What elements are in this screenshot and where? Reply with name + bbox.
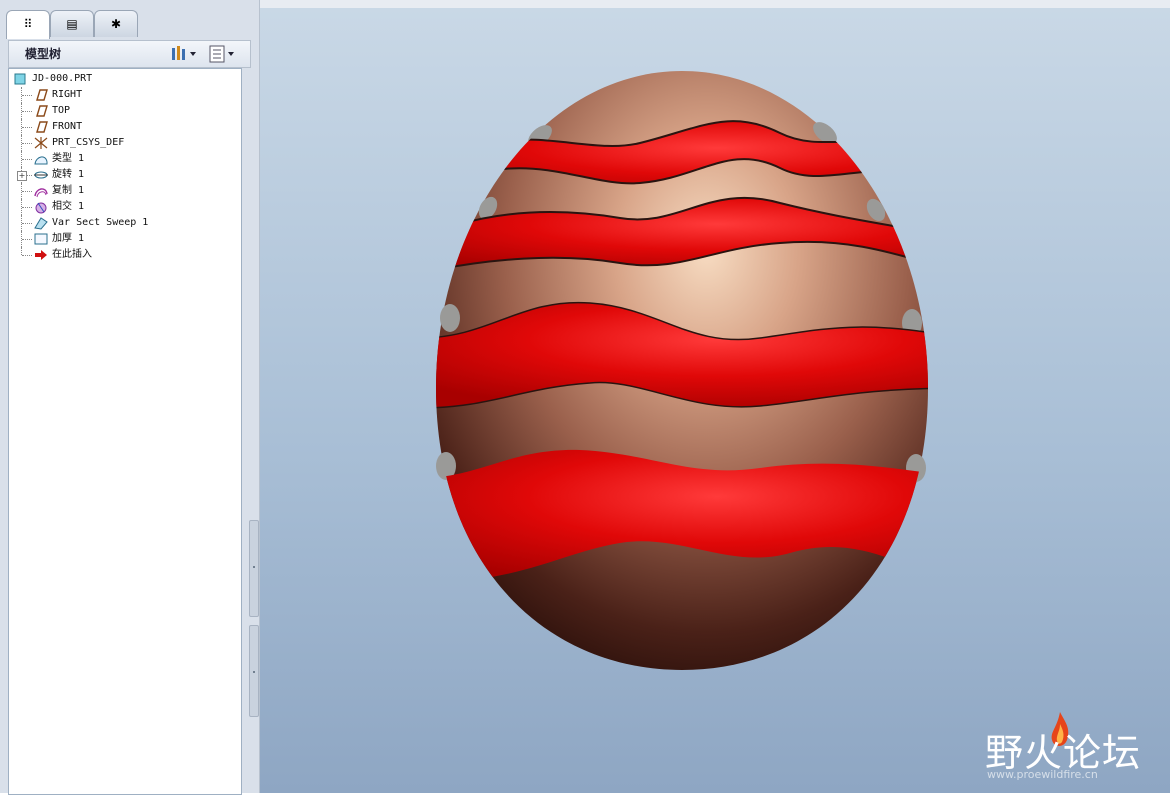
sweep-icon [33, 216, 49, 230]
tree-connector [22, 95, 32, 96]
tree-connector [21, 247, 23, 255]
coordinate-system-icon [33, 136, 49, 150]
thicken-icon [33, 232, 49, 246]
tree-item-label: FRONT [52, 121, 83, 132]
tree-item[interactable]: TOP [9, 103, 239, 119]
tree-item-label: 相交 1 [52, 201, 85, 212]
tree-item-label: 在此插入 [52, 249, 92, 260]
grip-dot [253, 566, 255, 568]
favorites-icon: ✱ [110, 17, 122, 31]
tree-item[interactable]: 加厚 1 [9, 231, 239, 247]
copy-surface-icon [33, 184, 49, 198]
surface-icon [33, 152, 49, 166]
part-icon [14, 73, 26, 85]
tree-item-label: 加厚 1 [52, 233, 85, 244]
panel-splitter-handle-lower[interactable] [249, 625, 259, 717]
columns-icon [209, 45, 234, 63]
favorites-tab[interactable]: ✱ [94, 10, 138, 37]
datum-plane-icon [33, 120, 49, 134]
folder-browser-icon: ▤ [66, 17, 78, 31]
tree-root[interactable]: JD-000.PRT [9, 71, 239, 87]
tree-item-label: 复制 1 [52, 185, 85, 196]
tree-item-label: RIGHT [52, 89, 83, 100]
tree-connector [22, 143, 32, 144]
watermark-url: www.proewildfire.cn [987, 768, 1098, 781]
egg-model[interactable] [260, 8, 1170, 793]
tree-connector [22, 255, 32, 256]
tree-item-label: Var Sect Sweep 1 [52, 217, 149, 228]
tree-connector [22, 111, 32, 112]
tree-item[interactable]: 在此插入 [9, 247, 239, 263]
tools-icon [172, 46, 196, 60]
tree-item[interactable]: RIGHT [9, 87, 239, 103]
navigator-panel: ⠿ ▤ ✱ 模型树 JD-000.PRT RIGHT TOP FRONT PRT… [0, 0, 260, 795]
tree-connector [22, 159, 32, 160]
expand-toggle[interactable]: + [17, 171, 27, 181]
settings-button[interactable] [169, 44, 199, 64]
tree-item[interactable]: PRT_CSYS_DEF [9, 135, 239, 151]
datum-plane-icon [33, 104, 49, 118]
graphics-viewport[interactable] [260, 8, 1170, 793]
tree-connector [22, 127, 32, 128]
model-tree-header: 模型树 [8, 40, 251, 68]
model-tree: JD-000.PRT RIGHT TOP FRONT PRT_CSYS_DEF 类型 1… [8, 68, 242, 795]
tree-item[interactable]: 相交 1 [9, 199, 239, 215]
intersect-icon [33, 200, 49, 214]
tree-item[interactable]: 复制 1 [9, 183, 239, 199]
tree-connector [22, 191, 32, 192]
model-tree-title: 模型树 [25, 47, 62, 61]
tree-root-label: JD-000.PRT [32, 73, 93, 84]
tree-connector [22, 207, 32, 208]
tree-item-label: 旋转 1 [52, 169, 85, 180]
tree-item[interactable]: + 旋转 1 [9, 167, 239, 183]
watermark: 野火论坛 www.proewildfire.cn [985, 710, 1165, 790]
model-tree-tab[interactable]: ⠿ [6, 10, 50, 39]
tree-item[interactable]: 类型 1 [9, 151, 239, 167]
tree-item[interactable]: Var Sect Sweep 1 [9, 215, 239, 231]
revolve-icon [33, 168, 49, 182]
layers-tab[interactable]: ▤ [50, 10, 94, 37]
tree-connector [22, 239, 32, 240]
tree-item-label: TOP [52, 105, 71, 116]
datum-plane-icon [33, 88, 49, 102]
tree-item-label: PRT_CSYS_DEF [52, 137, 125, 148]
tree-item-label: 类型 1 [52, 153, 85, 164]
tree-connector [22, 223, 32, 224]
tree-item[interactable]: FRONT [9, 119, 239, 135]
panel-splitter-handle[interactable] [249, 520, 259, 617]
show-columns-button[interactable] [207, 44, 237, 64]
insert-here-arrow-icon [33, 248, 49, 262]
model-tree-icon: ⠿ [23, 17, 33, 31]
grip-dot [253, 671, 255, 673]
